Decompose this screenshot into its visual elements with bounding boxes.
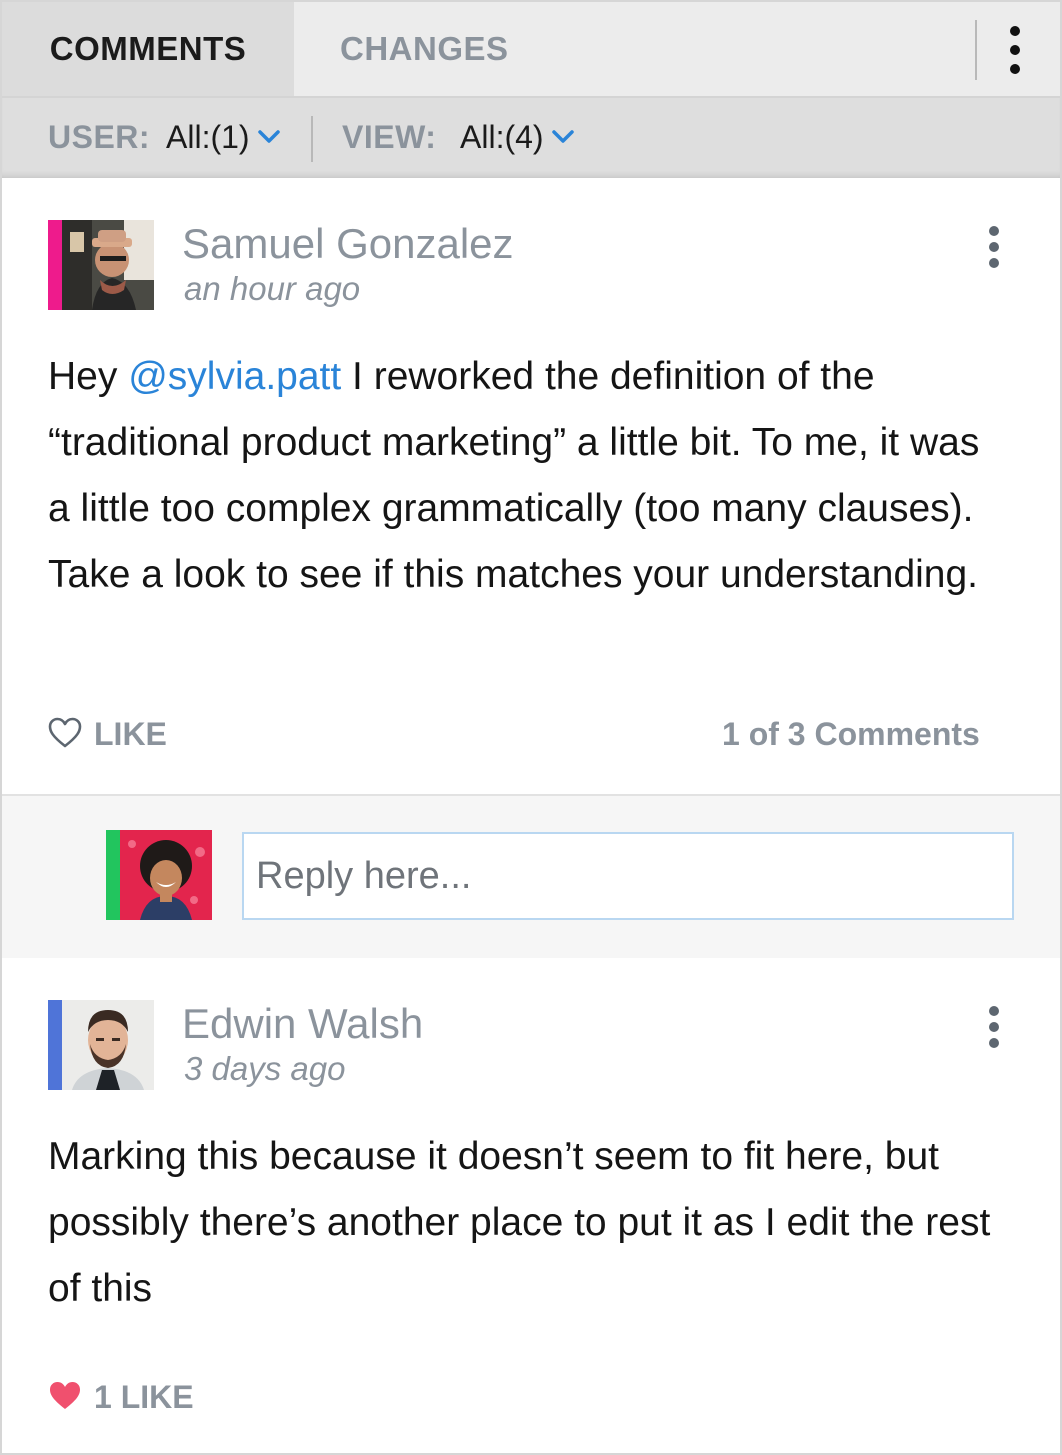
chevron-down-icon[interactable] xyxy=(258,130,280,144)
comments-panel: COMMENTS CHANGES USER: All:(1) VIEW: All… xyxy=(0,0,1062,1455)
avatar-image xyxy=(120,830,212,920)
comment-text: Hey @sylvia.patt I reworked the definiti… xyxy=(48,344,1008,608)
avatar-image xyxy=(62,1000,154,1090)
comment-timestamp: 3 days ago xyxy=(184,1050,346,1087)
chevron-down-icon[interactable] xyxy=(552,130,574,144)
current-user-avatar xyxy=(106,830,212,920)
user-filter-dropdown[interactable]: All:(1) xyxy=(166,98,250,176)
tab-divider xyxy=(975,20,977,80)
comment-card: Edwin Walsh 3 days ago Marking this beca… xyxy=(2,958,1060,1453)
kebab-vertical-icon[interactable] xyxy=(1000,20,1030,80)
filter-divider xyxy=(311,116,313,162)
comment-author[interactable]: Samuel Gonzalez xyxy=(182,220,514,268)
comment-card: Samuel Gonzalez an hour ago Hey @sylvia.… xyxy=(2,178,1060,794)
user-color-bar xyxy=(48,1000,62,1090)
like-button[interactable]: 1 LIKE xyxy=(48,1377,208,1417)
comment-menu-icon[interactable] xyxy=(982,1004,1006,1050)
like-button[interactable]: LIKE xyxy=(48,714,188,754)
like-label: LIKE xyxy=(94,716,167,752)
avatar-image xyxy=(62,220,154,310)
tab-comments[interactable]: COMMENTS xyxy=(2,2,294,96)
view-filter-label: VIEW: xyxy=(342,119,437,155)
user-color-bar xyxy=(106,830,120,920)
filter-bar: USER: All:(1) VIEW: All:(4) xyxy=(2,98,1060,178)
comment-menu-icon[interactable] xyxy=(982,224,1006,270)
comment-timestamp: an hour ago xyxy=(184,270,361,307)
tab-changes[interactable]: CHANGES xyxy=(340,2,509,96)
reply-input[interactable] xyxy=(242,832,1014,920)
user-color-bar xyxy=(48,220,62,310)
view-filter-dropdown[interactable]: All:(4) xyxy=(460,98,544,176)
user-mention[interactable]: @sylvia.patt xyxy=(128,355,341,398)
reply-area xyxy=(2,794,1060,958)
comment-author[interactable]: Edwin Walsh xyxy=(182,1000,423,1048)
avatar[interactable] xyxy=(48,1000,154,1090)
like-count-label: 1 LIKE xyxy=(94,1379,194,1415)
comment-text: Marking this because it doesn’t seem to … xyxy=(48,1135,991,1310)
heart-filled-icon xyxy=(50,1382,80,1409)
comment-count-link[interactable]: 1 of 3 Comments xyxy=(722,714,980,754)
heart-outline-icon xyxy=(48,717,82,748)
avatar[interactable] xyxy=(48,220,154,310)
tab-bar: COMMENTS CHANGES xyxy=(2,2,1060,98)
user-filter-label: USER: xyxy=(48,119,151,155)
comment-text-lead: Hey xyxy=(48,355,129,398)
